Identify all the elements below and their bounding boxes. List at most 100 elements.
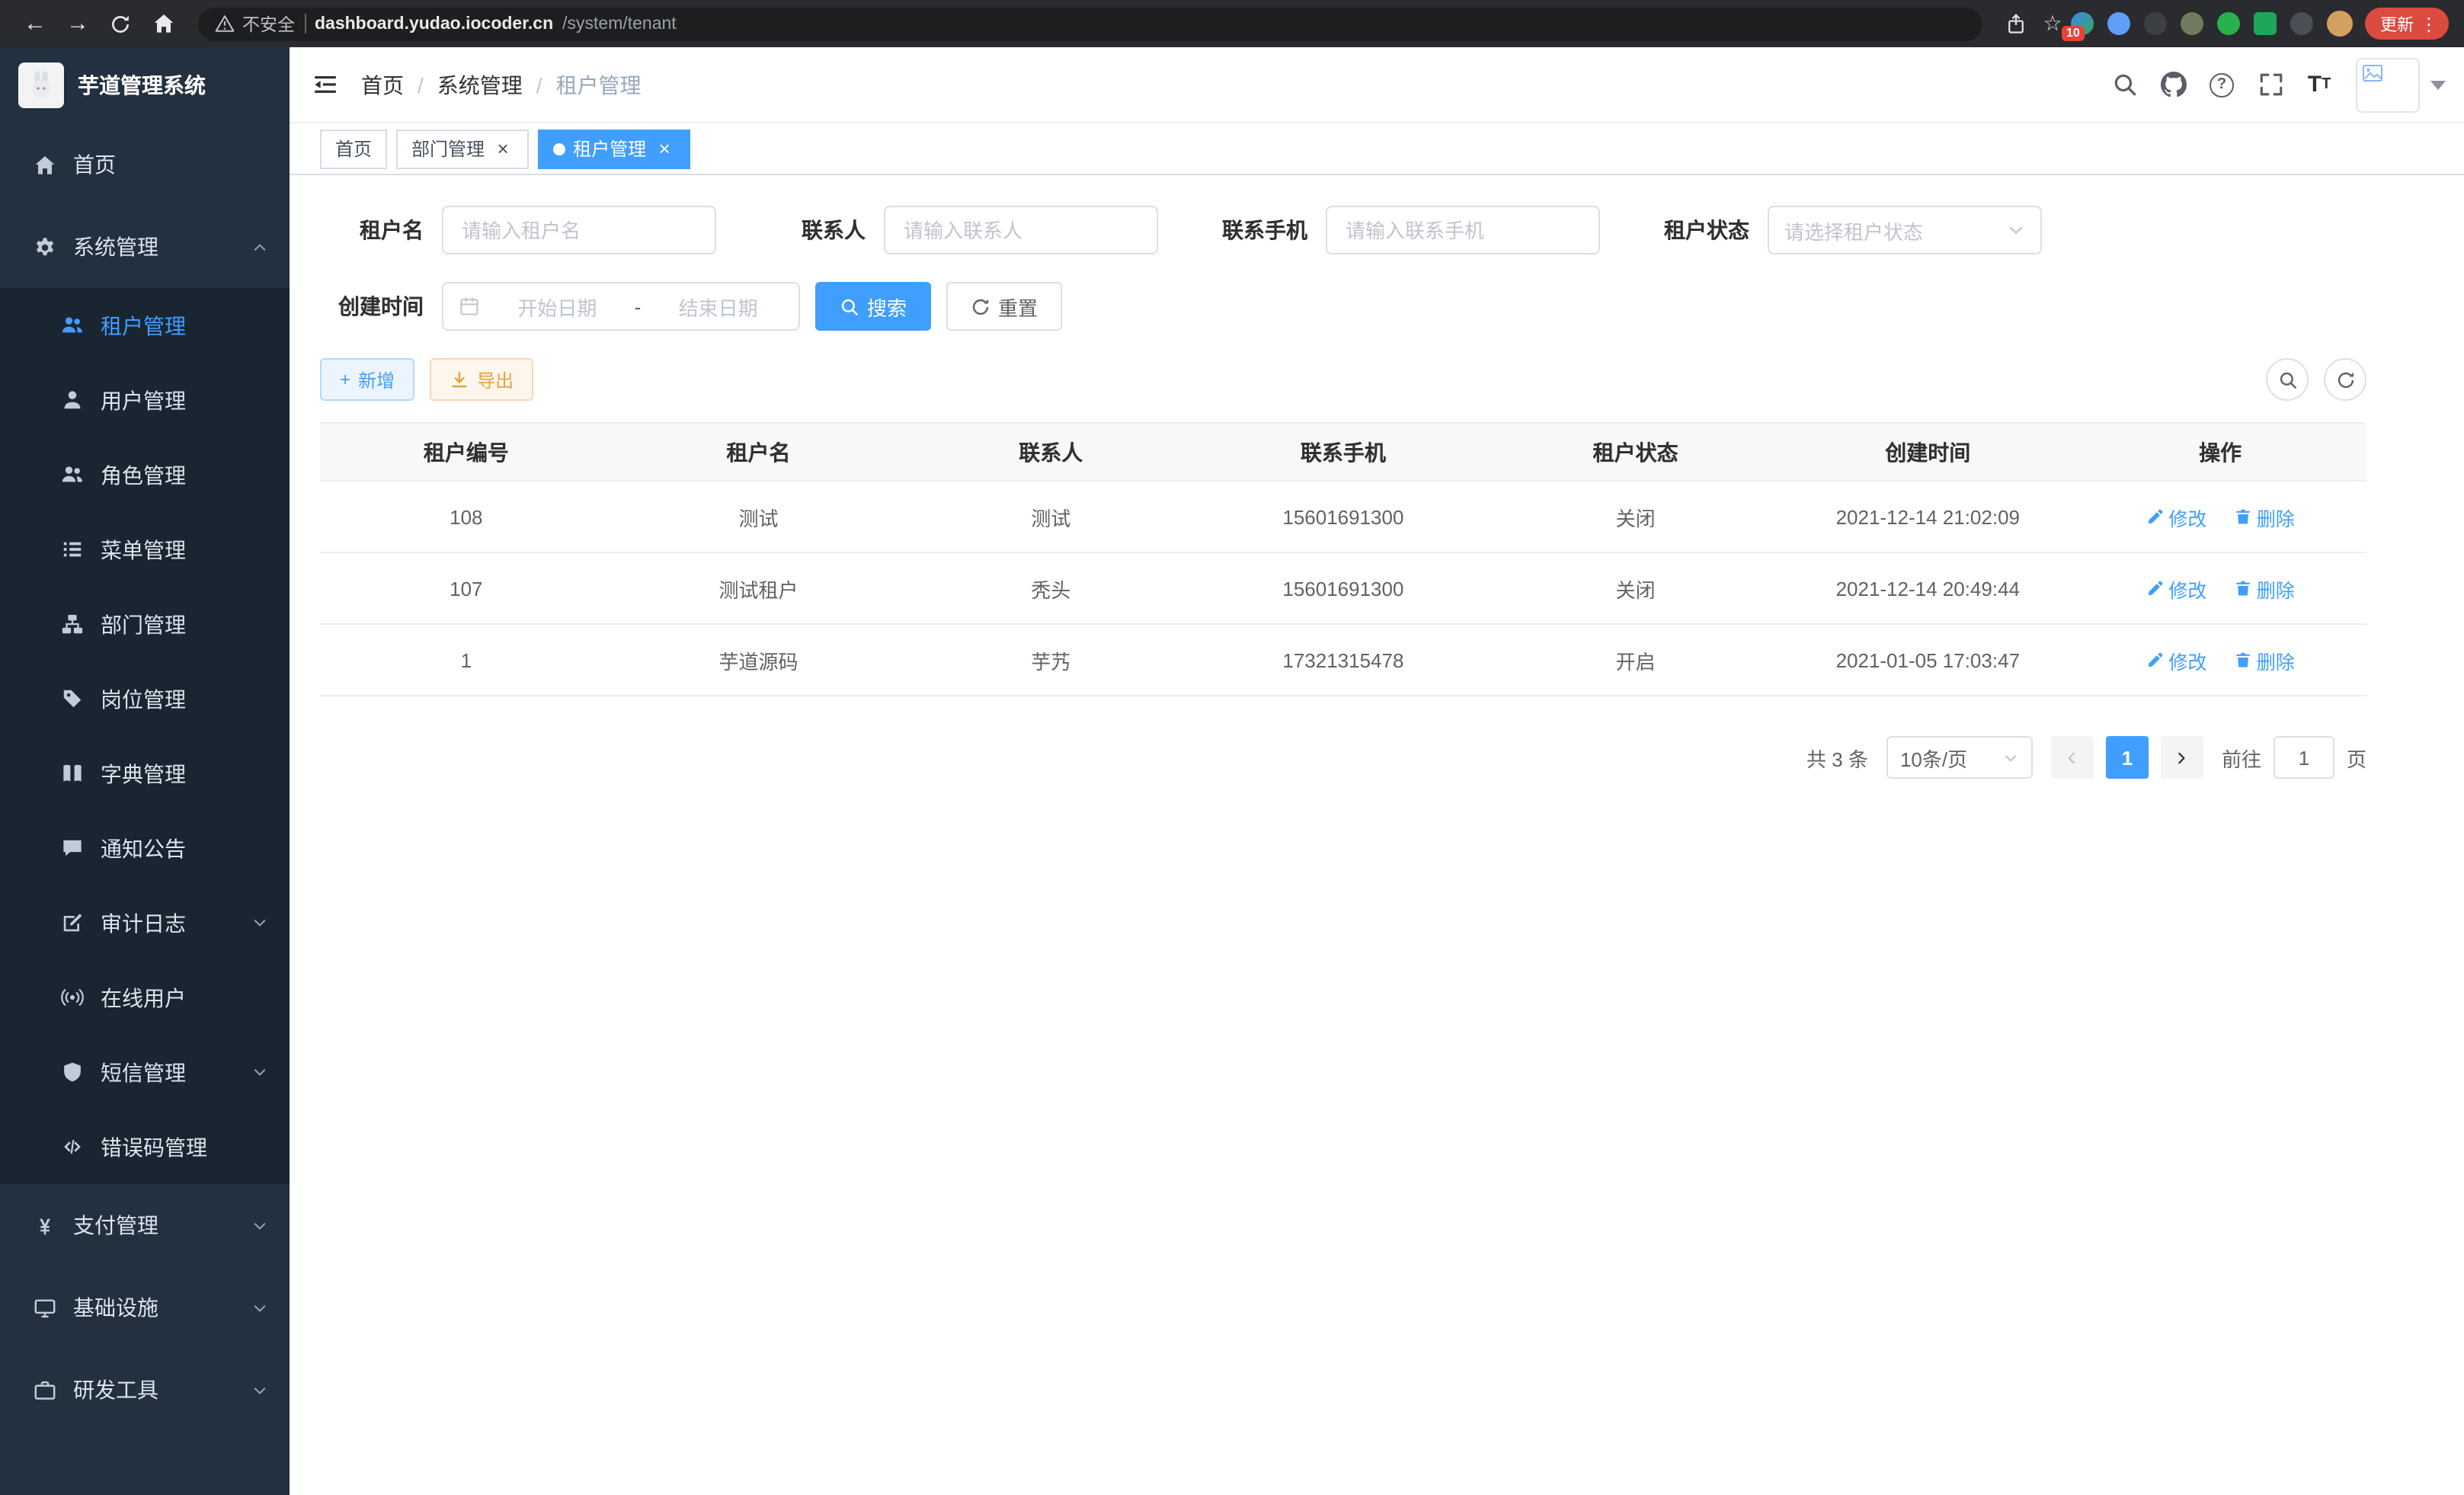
reload-icon[interactable] <box>101 4 140 43</box>
extension-icon-2[interactable] <box>2107 12 2130 35</box>
tab-home[interactable]: 首页 <box>320 129 387 168</box>
edit-button[interactable]: 修改 <box>2146 645 2206 674</box>
sidebar-item-home[interactable]: 首页 <box>0 123 290 206</box>
edit-square-icon <box>61 911 84 934</box>
user-icon <box>61 389 84 411</box>
page-number-button[interactable]: 1 <box>2106 736 2149 779</box>
filter-row-1: 租户名 联系人 联系手机 租户状态 请选择租户状态 <box>320 206 2366 255</box>
browser-update-button[interactable]: 更新 ⋮ <box>2365 8 2449 40</box>
edit-button[interactable]: 修改 <box>2146 502 2206 531</box>
avatar-caret-icon[interactable] <box>2430 80 2446 89</box>
close-icon[interactable]: × <box>654 138 675 159</box>
sidebar-item-online-user[interactable]: 在线用户 <box>0 960 290 1035</box>
refresh-table-button[interactable] <box>2324 358 2366 401</box>
trash-icon <box>2234 579 2252 597</box>
delete-button[interactable]: 删除 <box>2234 502 2295 531</box>
chevron-down-icon <box>251 1299 268 1316</box>
sidebar-item-infra[interactable]: 基础设施 <box>0 1266 290 1349</box>
sidebar-item-notice[interactable]: 通知公告 <box>0 811 290 885</box>
url-host: dashboard.yudao.iocoder.cn <box>315 14 553 33</box>
filter-row-2: 创建时间 开始日期 - 结束日期 搜索 重置 <box>320 282 2366 331</box>
monitor-icon <box>34 1296 56 1319</box>
trash-icon <box>2234 507 2252 526</box>
sidebar-item-system[interactable]: 系统管理 <box>0 206 290 288</box>
tab-tenant[interactable]: 租户管理 × <box>538 129 690 168</box>
sidebar-item-dev-tool[interactable]: 研发工具 <box>0 1349 290 1431</box>
security-label: 不安全 <box>242 11 295 36</box>
help-icon[interactable]: ? <box>2197 46 2246 123</box>
create-time-range-picker[interactable]: 开始日期 - 结束日期 <box>442 282 800 331</box>
search-button[interactable]: 搜索 <box>815 282 931 331</box>
close-icon[interactable]: × <box>492 138 514 159</box>
goto-page-input[interactable] <box>2274 736 2334 779</box>
kebab-menu-icon[interactable]: ⋮ <box>2420 14 2438 33</box>
breadcrumb-home[interactable]: 首页 <box>361 69 404 100</box>
sidebar-item-dict[interactable]: 字典管理 <box>0 736 290 811</box>
tenant-name-input[interactable] <box>442 206 716 255</box>
pencil-icon <box>2146 507 2164 526</box>
forward-icon[interactable]: → <box>58 4 98 43</box>
sidebar-item-role[interactable]: 角色管理 <box>0 437 290 512</box>
col-created: 创建时间 <box>1781 423 2074 481</box>
tag-icon <box>61 687 84 710</box>
extensions-row: 10 <box>2071 11 2353 37</box>
page-content: 租户名 联系人 联系手机 租户状态 请选择租户状态 <box>290 175 2464 1495</box>
sidebar-item-tenant[interactable]: 租户管理 <box>0 288 290 363</box>
pencil-icon <box>2146 651 2164 669</box>
col-phone: 联系手机 <box>1197 423 1490 481</box>
extension-icon-1[interactable]: 10 <box>2071 12 2094 35</box>
next-page-button[interactable] <box>2161 736 2203 779</box>
phone-input[interactable] <box>1326 206 1600 255</box>
sidebar-item-error-code[interactable]: 错误码管理 <box>0 1109 290 1184</box>
delete-button[interactable]: 删除 <box>2234 645 2295 674</box>
status-label: 租户状态 <box>1646 215 1749 245</box>
user-avatar[interactable] <box>2356 57 2420 112</box>
sidebar-item-menu[interactable]: 菜单管理 <box>0 512 290 587</box>
extension-icon-3[interactable] <box>2144 12 2167 35</box>
header-search-icon[interactable] <box>2100 46 2149 123</box>
broken-image-icon <box>2362 63 2383 82</box>
address-bar[interactable]: 不安全 dashboard.yudao.iocoder.cn /system/t… <box>198 7 1982 40</box>
sidebar-item-user[interactable]: 用户管理 <box>0 363 290 437</box>
tenant-status-select[interactable]: 请选择租户状态 <box>1768 206 2042 255</box>
home-icon <box>34 153 56 176</box>
breadcrumb-system[interactable]: 系统管理 <box>437 69 523 100</box>
code-icon <box>61 1135 84 1158</box>
tags-view: 首页 部门管理 × 租户管理 × <box>290 123 2464 175</box>
security-chip[interactable]: 不安全 <box>215 11 295 36</box>
add-button[interactable]: + 新增 <box>320 358 414 401</box>
extension-icon-6[interactable] <box>2254 12 2277 35</box>
browser-home-icon[interactable] <box>143 4 183 43</box>
extension-icon-7[interactable] <box>2290 12 2313 35</box>
export-button[interactable]: 导出 <box>430 358 533 401</box>
profile-avatar-icon[interactable] <box>2327 11 2353 37</box>
sidebar-item-post[interactable]: 岗位管理 <box>0 661 290 736</box>
extension-icon-5[interactable] <box>2217 12 2240 35</box>
sidebar-item-dept[interactable]: 部门管理 <box>0 587 290 661</box>
github-icon[interactable] <box>2149 46 2197 123</box>
contact-input[interactable] <box>884 206 1158 255</box>
page-size-select[interactable]: 10条/页 <box>1886 736 2033 779</box>
delete-button[interactable]: 删除 <box>2234 574 2295 603</box>
navbar-tools: ? TT <box>2100 46 2464 123</box>
message-icon <box>61 837 84 860</box>
share-icon[interactable] <box>1998 5 2034 42</box>
font-size-icon[interactable]: TT <box>2295 46 2344 123</box>
reset-button[interactable]: 重置 <box>946 282 1062 331</box>
extension-icon-4[interactable] <box>2181 12 2203 35</box>
sidebar-fold-icon[interactable] <box>290 72 361 98</box>
fullscreen-icon[interactable] <box>2246 46 2295 123</box>
omnibox-divider <box>304 14 306 34</box>
url-path: /system/tenant <box>562 14 677 33</box>
edit-button[interactable]: 修改 <box>2146 574 2206 603</box>
phone-label: 联系手机 <box>1204 215 1307 245</box>
toggle-search-button[interactable] <box>2266 358 2309 401</box>
sidebar-item-sms[interactable]: 短信管理 <box>0 1035 290 1109</box>
back-icon[interactable]: ← <box>15 4 55 43</box>
prev-page-button[interactable] <box>2051 736 2094 779</box>
sidebar-item-pay[interactable]: 支付管理 <box>0 1184 290 1266</box>
sidebar-item-audit-log[interactable]: 审计日志 <box>0 885 290 960</box>
sidebar-logo-row: 芋道管理系统 <box>0 47 290 123</box>
warning-icon <box>215 14 235 34</box>
tab-dept[interactable]: 部门管理 × <box>396 129 529 168</box>
